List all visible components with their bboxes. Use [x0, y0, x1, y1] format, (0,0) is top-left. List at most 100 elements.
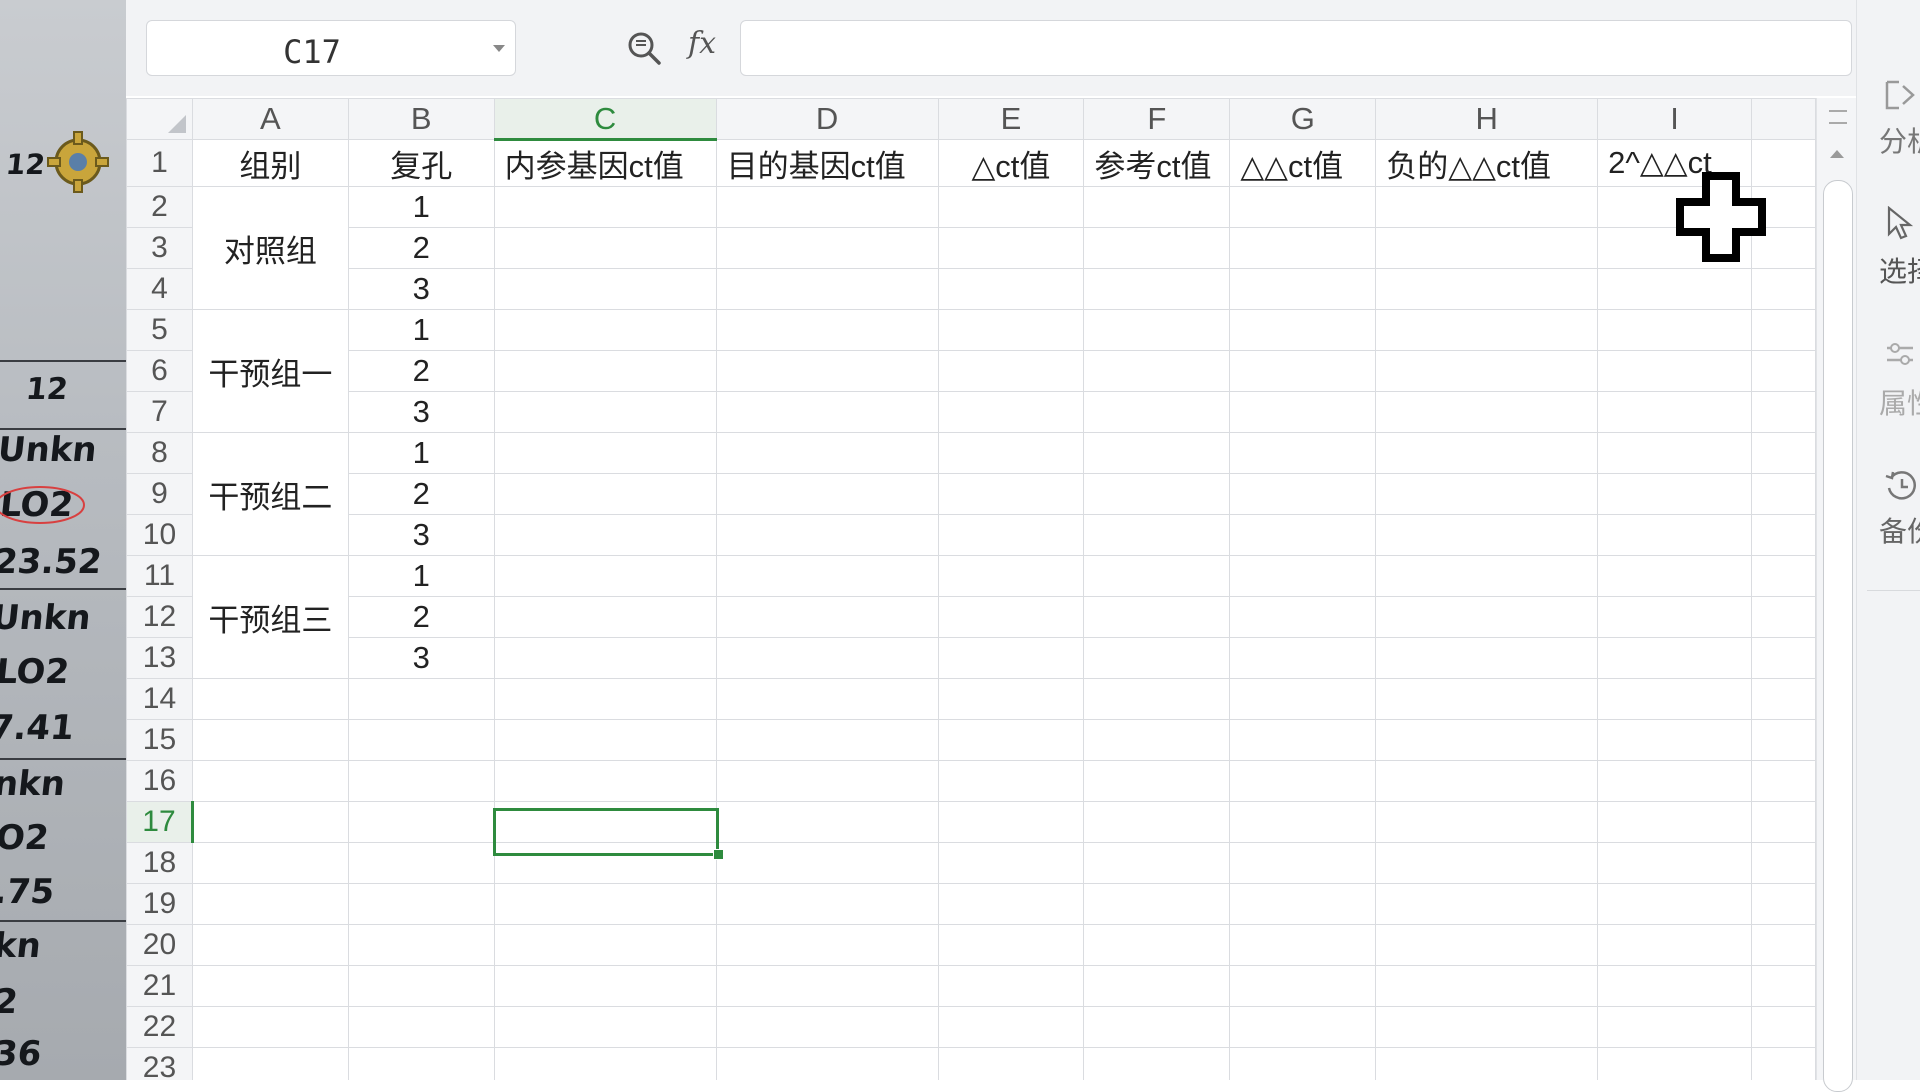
cell[interactable]	[493, 842, 717, 884]
cell[interactable]	[493, 432, 717, 474]
cell[interactable]	[493, 555, 717, 597]
cell[interactable]	[1375, 924, 1599, 966]
cell[interactable]	[1751, 801, 1816, 843]
cell[interactable]	[1083, 268, 1231, 310]
cell[interactable]	[937, 1006, 1085, 1048]
cell[interactable]	[493, 514, 717, 556]
cell[interactable]	[493, 1047, 717, 1080]
cell[interactable]	[1751, 309, 1816, 351]
cell[interactable]	[937, 760, 1085, 802]
cell[interactable]	[1751, 1006, 1816, 1048]
cell[interactable]	[715, 1006, 939, 1048]
row-header[interactable]: 15	[126, 719, 193, 761]
cell[interactable]	[715, 924, 939, 966]
row-header-selected[interactable]: 17	[126, 801, 194, 843]
zoom-icon[interactable]	[626, 30, 662, 66]
cell[interactable]	[937, 801, 1085, 843]
row-header[interactable]: 22	[126, 1006, 193, 1048]
cell[interactable]	[1597, 473, 1753, 515]
cell[interactable]	[1597, 514, 1753, 556]
column-header[interactable]: G	[1229, 98, 1377, 140]
cell-replicate[interactable]: 2	[347, 596, 495, 638]
cell[interactable]	[937, 268, 1085, 310]
cell[interactable]	[1229, 678, 1377, 720]
cell[interactable]	[191, 801, 349, 843]
cell[interactable]	[937, 678, 1085, 720]
cell[interactable]	[1751, 555, 1816, 597]
row-header[interactable]: 9	[126, 473, 193, 515]
cell[interactable]	[1083, 965, 1231, 1007]
cell[interactable]	[493, 350, 717, 392]
column-header[interactable]	[1751, 98, 1816, 140]
cell[interactable]	[715, 719, 939, 761]
cell[interactable]	[493, 678, 717, 720]
cell[interactable]	[1375, 678, 1599, 720]
cell[interactable]	[937, 473, 1085, 515]
cell[interactable]	[715, 637, 939, 679]
cell[interactable]	[1597, 965, 1753, 1007]
cell[interactable]	[1597, 268, 1753, 310]
cell[interactable]	[493, 760, 717, 802]
cell[interactable]	[1083, 1006, 1231, 1048]
cell[interactable]	[937, 1047, 1085, 1080]
cell[interactable]	[715, 842, 939, 884]
cell[interactable]	[1597, 391, 1753, 433]
cell[interactable]	[715, 596, 939, 638]
cell[interactable]	[1229, 309, 1377, 351]
cell-group-merged[interactable]: 干预组三	[191, 555, 349, 679]
cell[interactable]	[191, 760, 349, 802]
cell[interactable]	[1751, 842, 1816, 884]
cell[interactable]	[1229, 924, 1377, 966]
column-header-selected[interactable]: C	[493, 98, 717, 141]
cell[interactable]	[347, 924, 495, 966]
cell[interactable]	[347, 1006, 495, 1048]
cell[interactable]	[1083, 596, 1231, 638]
cell[interactable]	[191, 924, 349, 966]
cell[interactable]	[1751, 924, 1816, 966]
row-header[interactable]: 1	[126, 139, 193, 187]
cell[interactable]	[937, 391, 1085, 433]
cell[interactable]	[493, 637, 717, 679]
cell[interactable]	[1229, 1006, 1377, 1048]
cell[interactable]	[715, 514, 939, 556]
cell[interactable]	[1083, 391, 1231, 433]
cell[interactable]	[1229, 637, 1377, 679]
cell[interactable]	[1229, 391, 1377, 433]
cell[interactable]	[937, 227, 1085, 269]
cell[interactable]	[1375, 965, 1599, 1007]
select-all-corner[interactable]	[126, 98, 193, 140]
row-header[interactable]: 5	[126, 309, 193, 351]
row-header[interactable]: 19	[126, 883, 193, 925]
cell[interactable]	[1083, 801, 1231, 843]
cell-B1[interactable]: 复孔	[347, 139, 495, 187]
cell[interactable]	[937, 432, 1085, 474]
cell-replicate[interactable]: 2	[347, 227, 495, 269]
cell-A1[interactable]: 组别	[191, 139, 349, 187]
row-header[interactable]: 13	[126, 637, 193, 679]
cell[interactable]	[1083, 719, 1231, 761]
cell[interactable]	[1597, 596, 1753, 638]
cell[interactable]	[1597, 309, 1753, 351]
cell-group-merged[interactable]: 对照组	[191, 186, 349, 310]
cell[interactable]	[1751, 350, 1816, 392]
cell[interactable]	[1083, 186, 1231, 228]
cell[interactable]	[1375, 432, 1599, 474]
cell[interactable]	[347, 719, 495, 761]
cell[interactable]	[1751, 473, 1816, 515]
cell[interactable]	[493, 1006, 717, 1048]
cell-replicate[interactable]: 2	[347, 473, 495, 515]
column-header[interactable]: B	[347, 98, 495, 140]
cell[interactable]	[1597, 555, 1753, 597]
cell[interactable]	[937, 924, 1085, 966]
cell[interactable]	[1083, 432, 1231, 474]
cell[interactable]	[493, 309, 717, 351]
cell[interactable]	[1229, 842, 1377, 884]
cell-replicate[interactable]: 1	[347, 186, 495, 228]
cell[interactable]	[715, 1047, 939, 1080]
cell[interactable]	[1751, 391, 1816, 433]
cell[interactable]	[937, 186, 1085, 228]
cell[interactable]	[1229, 596, 1377, 638]
vertical-scrollbar[interactable]	[1816, 98, 1857, 1092]
cell[interactable]	[715, 883, 939, 925]
cell[interactable]	[937, 719, 1085, 761]
